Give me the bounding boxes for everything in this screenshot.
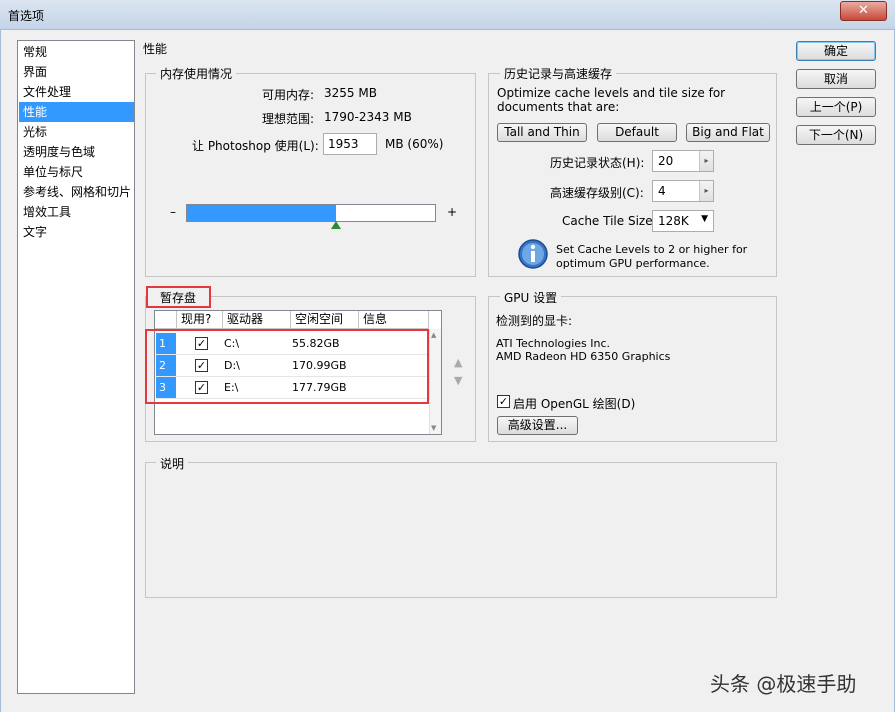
scroll-up-icon[interactable]: ▲ [431, 331, 436, 339]
sidebar-item-guides[interactable]: 参考线、网格和切片 [19, 182, 134, 202]
memory-use-label: 让 Photoshop 使用(L): [192, 139, 319, 153]
memory-use-input[interactable]: 1953 [323, 133, 377, 155]
cache-tile-size-select[interactable]: 128K ▼ [652, 210, 714, 232]
memory-slider-fill [187, 205, 336, 221]
available-memory-label: 可用内存: [262, 88, 315, 102]
scroll-down-icon[interactable]: ▼ [431, 424, 436, 432]
sidebar-item-performance[interactable]: 性能 [19, 102, 134, 122]
ok-button[interactable]: 确定 [796, 41, 876, 61]
slider-minus: – [170, 205, 176, 219]
memory-slider-track[interactable] [186, 204, 436, 222]
opengl-label: 启用 OpenGL 绘图(D) [513, 397, 636, 411]
opengl-checkbox[interactable]: ✓ [497, 395, 510, 408]
cache-levels-spin-icon[interactable]: ▸ [699, 181, 713, 201]
advanced-settings-button[interactable]: 高级设置... [497, 416, 578, 435]
cache-description: Optimize cache levels and tile size for … [497, 86, 726, 114]
move-down-icon[interactable]: ▼ [454, 374, 462, 387]
history-states-label: 历史记录状态(H): [550, 156, 645, 170]
drives-highlight [145, 329, 429, 404]
next-button[interactable]: 下一个(N) [796, 125, 876, 145]
history-states-field[interactable]: 20 ▸ [652, 150, 714, 172]
history-states-value: 20 [658, 154, 674, 168]
cache-levels-value: 4 [658, 184, 666, 198]
description-group-label: 说明 [156, 455, 189, 472]
cache-levels-label: 高速缓存级别(C): [550, 186, 644, 200]
cache-levels-field[interactable]: 4 ▸ [652, 180, 714, 202]
info-icon [516, 238, 550, 272]
close-button[interactable]: ✕ [840, 1, 887, 21]
gpu-card-name: AMD Radeon HD 6350 Graphics [496, 350, 671, 363]
detected-card-label: 检测到的显卡: [496, 314, 573, 328]
gpu-group-label: GPU 设置 [500, 289, 562, 306]
tall-and-thin-button[interactable]: Tall and Thin [497, 123, 587, 142]
move-up-icon[interactable]: ▲ [454, 356, 462, 369]
available-memory-value: 3255 MB [324, 86, 377, 100]
history-states-spin-icon[interactable]: ▸ [699, 151, 713, 171]
sidebar-item-type[interactable]: 文字 [19, 222, 134, 242]
slider-plus: + [447, 205, 458, 219]
sidebar-item-file-handling[interactable]: 文件处理 [19, 82, 134, 102]
sidebar-item-plugins[interactable]: 增效工具 [19, 202, 134, 222]
cache-info-text: Set Cache Levels to 2 or higher for opti… [556, 243, 748, 270]
chevron-down-icon: ▼ [701, 214, 708, 224]
memory-use-unit: MB (60%) [385, 137, 444, 151]
description-group [145, 462, 777, 598]
default-button[interactable]: Default [597, 123, 677, 142]
title-bar: 首选项 ✕ [0, 0, 895, 30]
sidebar-item-units[interactable]: 单位与标尺 [19, 162, 134, 182]
memory-group [145, 73, 476, 277]
history-cache-group-label: 历史记录与高速缓存 [500, 65, 617, 82]
column-header-free-space[interactable]: 空闲空间 [291, 311, 359, 329]
watermark-text: 头条 @极速手助 [710, 672, 857, 696]
sidebar-item-cursors[interactable]: 光标 [19, 122, 134, 142]
column-header-active[interactable]: 现用? [177, 311, 223, 329]
cache-tile-size-value: 128K [658, 214, 689, 228]
memory-slider-thumb[interactable] [331, 221, 341, 229]
big-and-flat-button[interactable]: Big and Flat [686, 123, 770, 142]
column-header-drive[interactable]: 驱动器 [223, 311, 291, 329]
page-title: 性能 [143, 42, 168, 56]
cancel-button[interactable]: 取消 [796, 69, 876, 89]
table-scrollbar[interactable]: ▲ ▼ [429, 329, 441, 434]
ideal-range-label: 理想范围: [262, 112, 315, 126]
window-title: 首选项 [8, 9, 45, 23]
sidebar-item-transparency[interactable]: 透明度与色域 [19, 142, 134, 162]
sidebar-item-general[interactable]: 常规 [19, 42, 134, 62]
sidebar-item-interface[interactable]: 界面 [19, 62, 134, 82]
category-list: 常规 界面 文件处理 性能 光标 透明度与色域 单位与标尺 参考线、网格和切片 … [17, 40, 135, 694]
memory-group-label: 内存使用情况 [156, 65, 237, 82]
table-corner [155, 311, 177, 329]
scratch-disk-group-label: 暂存盘 [160, 291, 197, 305]
gpu-vendor: ATI Technologies Inc. [496, 337, 611, 350]
column-header-info[interactable]: 信息 [359, 311, 429, 329]
cache-tile-size-label: Cache Tile Size: [562, 214, 657, 228]
previous-button[interactable]: 上一个(P) [796, 97, 876, 117]
ideal-range-value: 1790-2343 MB [324, 110, 412, 124]
